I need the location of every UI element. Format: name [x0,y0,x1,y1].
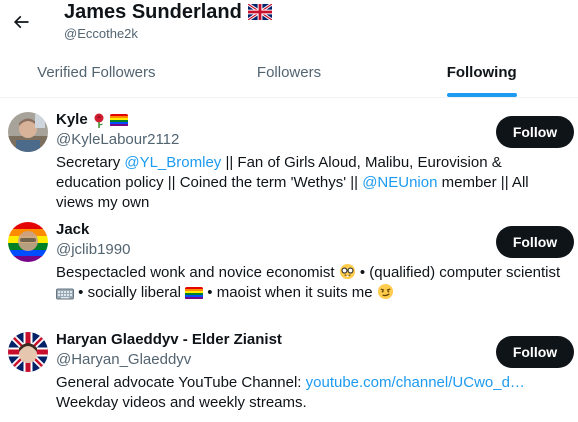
bio-text: • maoist when it suits me [203,284,377,301]
user-cell[interactable]: Kyle @KyleLabour2112 Secretary @YL_Broml… [0,110,578,211]
bio-text: Weekday videos and weekly streams. [56,394,307,411]
tab-bar: Verified Followers Followers Following [0,48,578,98]
tab-followers[interactable]: Followers [193,48,386,97]
profile-handle: @Eccothe2k [64,26,138,41]
follow-button[interactable]: Follow [496,336,574,368]
user-handle[interactable]: @jclib1990 [56,240,570,260]
user-name-text: Jack [56,221,90,238]
active-tab-indicator [446,93,517,97]
profile-name: James Sunderland [64,0,272,24]
follow-button[interactable]: Follow [496,226,574,258]
pride-flag-icon [109,113,128,127]
bio-text: Secretary [56,154,125,171]
tab-verified-followers[interactable]: Verified Followers [0,48,193,97]
arrow-left-icon [13,15,29,29]
bio-text: General advocate YouTube Channel: [56,374,306,391]
tab-label: Following [446,64,517,81]
user-name[interactable]: Haryan Glaeddyv - Elder Zianist [56,330,570,350]
tab-label: Followers [256,64,322,81]
avatar[interactable] [8,332,48,372]
keyboard-icon [56,288,74,300]
tab-label: Verified Followers [37,64,156,81]
bio-text: • (qualified) computer scientist [355,264,561,281]
profile-name-text: James Sunderland [64,1,242,23]
user-bio: General advocate YouTube Channel: youtub… [56,373,570,413]
bio-text: Bespectacled wonk and novice economist [56,264,339,281]
tab-following[interactable]: Following [385,48,578,97]
user-handle[interactable]: @Haryan_Glaeddyv [56,350,570,370]
follow-button[interactable]: Follow [496,116,574,148]
nerd-face-icon [339,263,355,280]
avatar[interactable] [8,222,48,262]
profile-header: James Sunderland @Eccothe2k [0,0,578,48]
user-name-text: Kyle [56,111,88,128]
bio-text: • socially liberal [74,284,186,301]
user-name[interactable]: Kyle [56,110,570,130]
user-cell[interactable]: Jack @jclib1990 Bespectacled wonk and no… [0,220,578,310]
user-name[interactable]: Jack [56,220,570,240]
user-bio: Secretary @YL_Bromley || Fan of Girls Al… [56,153,570,213]
smirk-face-icon [377,283,393,300]
rose-icon [92,110,106,130]
pride-flag-icon [185,286,204,300]
bio-mention-link[interactable]: @NEUnion [362,174,437,191]
user-bio: Bespectacled wonk and novice economist •… [56,263,570,303]
bio-mention-link[interactable]: @YL_Bromley [124,154,221,171]
uk-flag-icon [247,4,272,20]
user-name-text: Haryan Glaeddyv - Elder Zianist [56,331,282,348]
user-cell[interactable]: Haryan Glaeddyv - Elder Zianist @Haryan_… [0,330,578,420]
user-handle[interactable]: @KyleLabour2112 [56,130,570,150]
back-button[interactable] [4,5,38,39]
avatar[interactable] [8,112,48,152]
bio-url-link[interactable]: youtube.com/channel/UCwo_d… [306,374,525,391]
